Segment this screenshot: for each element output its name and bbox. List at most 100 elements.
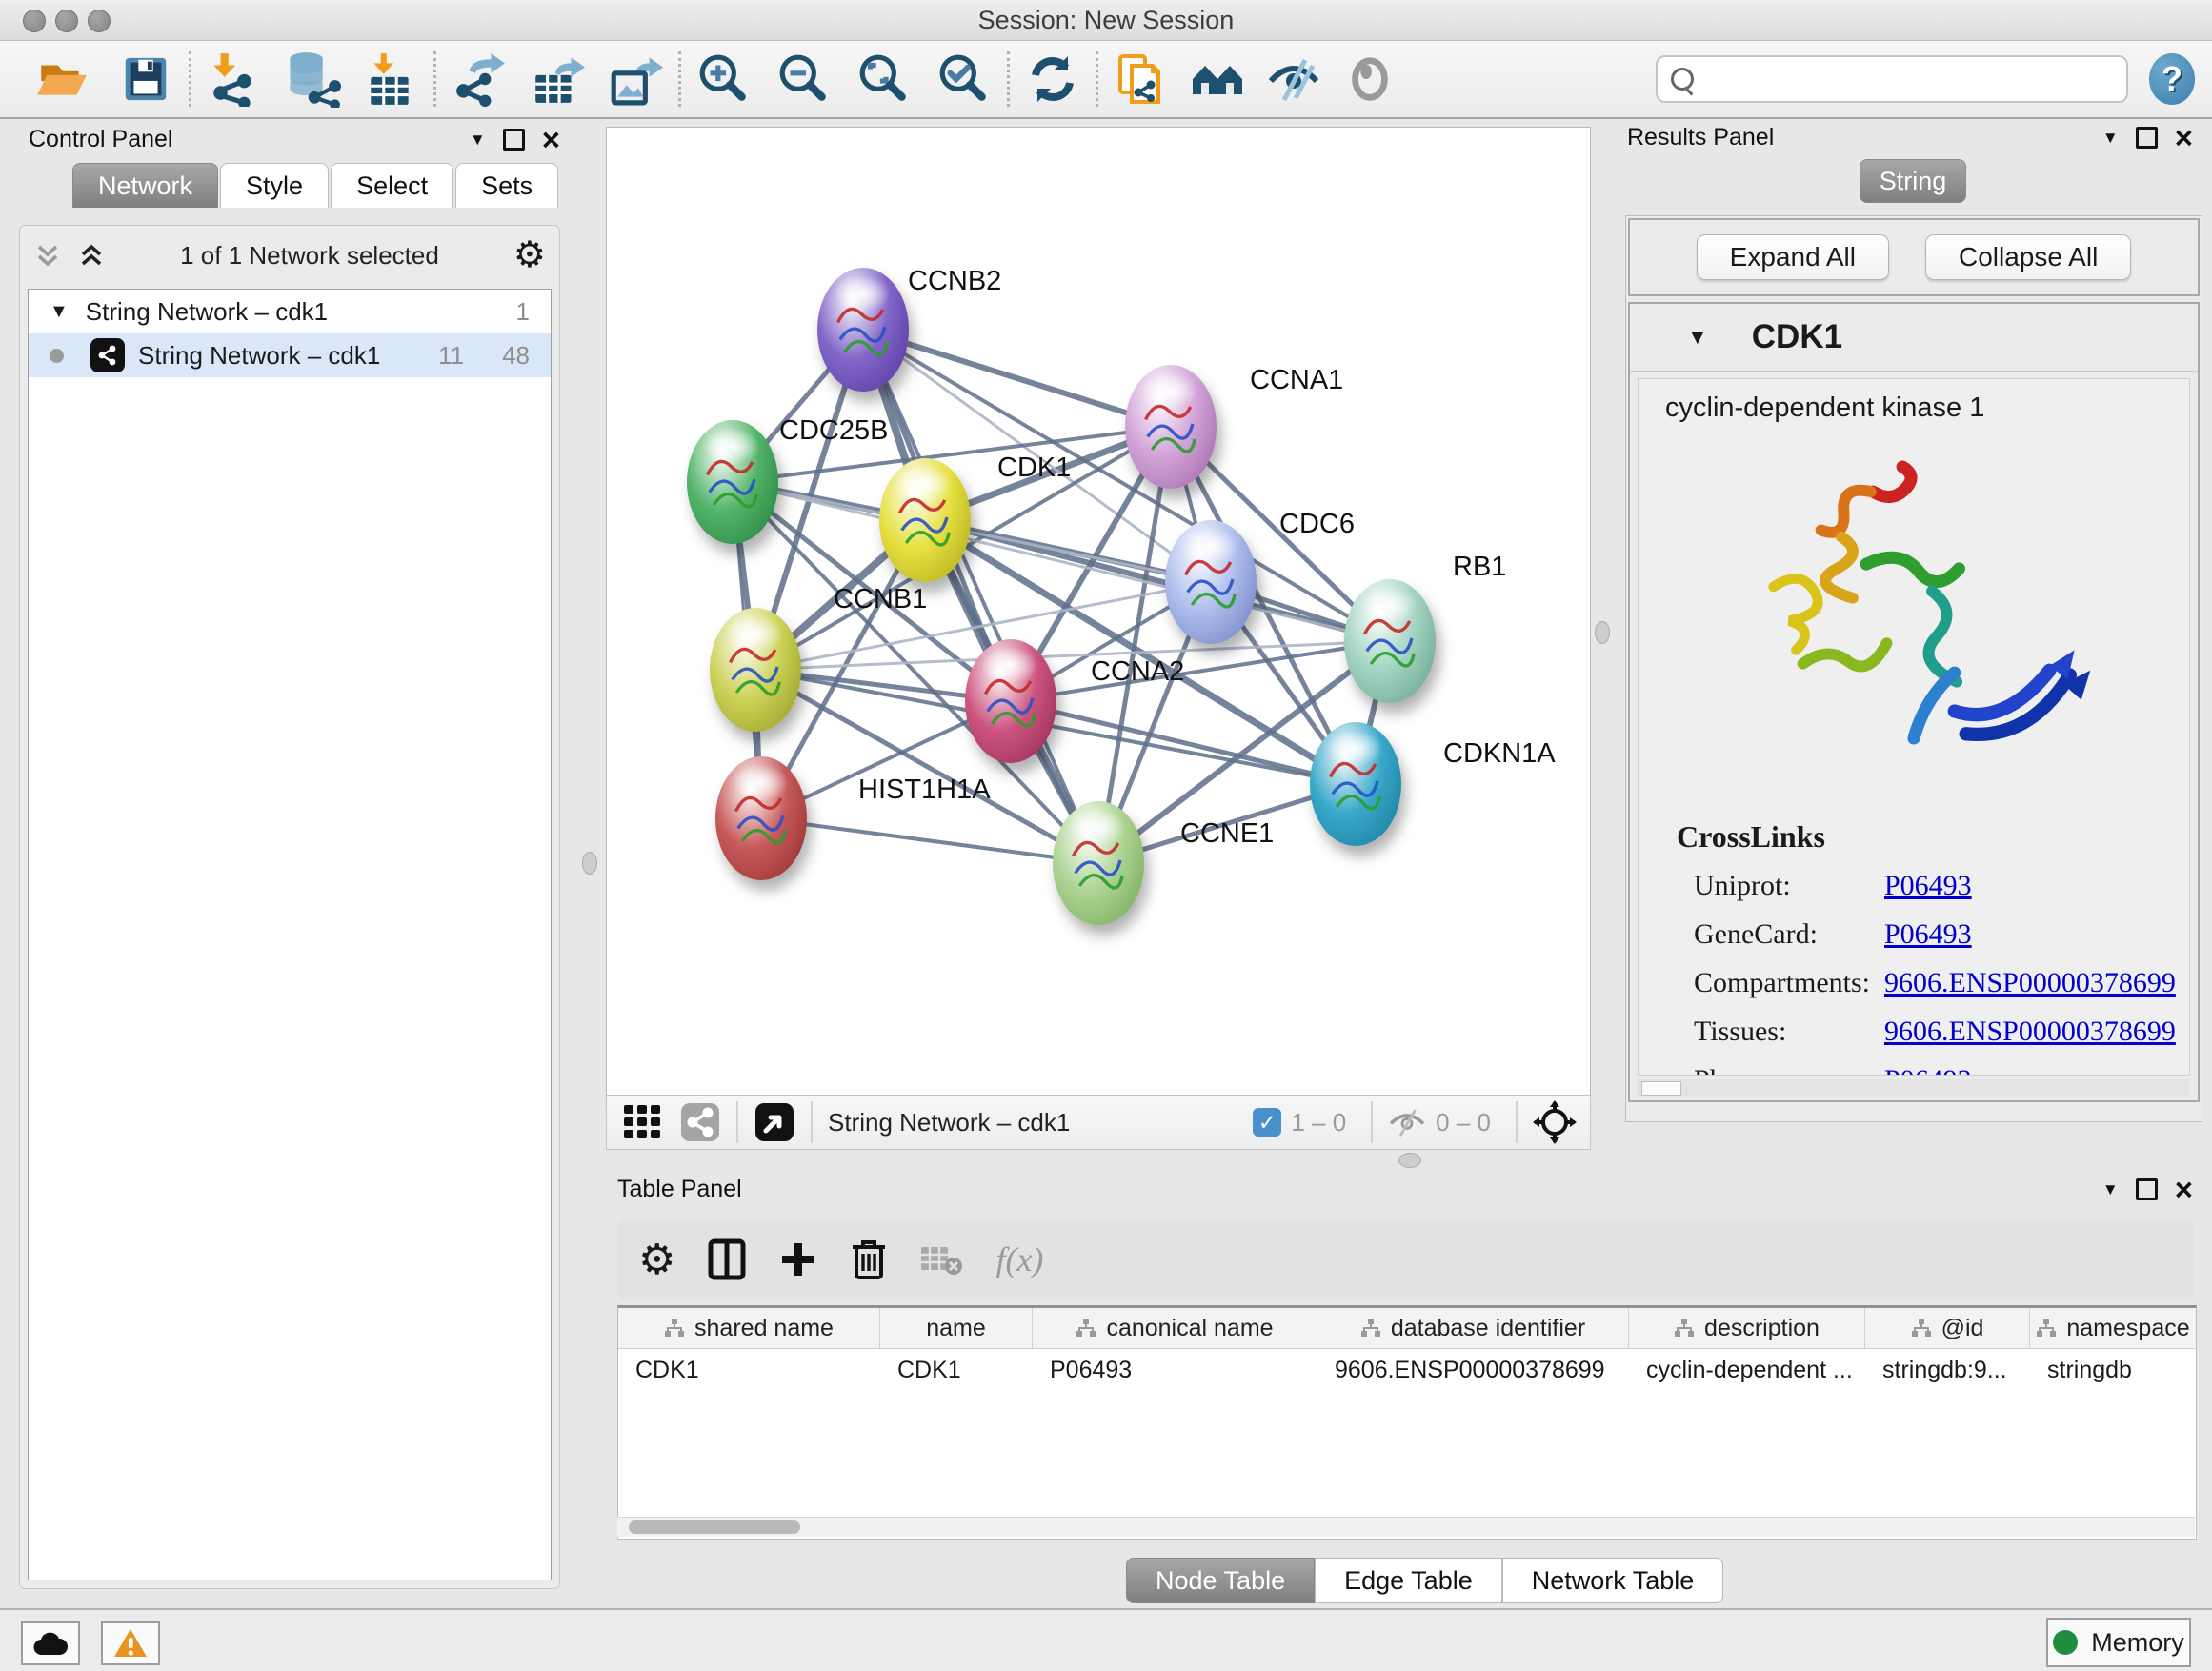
table-horizontal-scrollbar[interactable] [617, 1517, 2195, 1537]
hide-selection-icon[interactable] [1264, 50, 1323, 109]
results-horizontal-scrollbar[interactable] [1638, 1079, 2190, 1097]
cloud-button[interactable] [21, 1621, 80, 1665]
network-options-gear-icon[interactable]: ⚙ [513, 241, 546, 270]
tab-style[interactable]: Style [220, 163, 329, 208]
network-node-ccne1[interactable] [1053, 801, 1144, 925]
bottom-split-handle[interactable] [1398, 1153, 1421, 1168]
tab-select[interactable]: Select [331, 163, 453, 208]
zoom-out-icon[interactable] [774, 50, 834, 109]
network-row[interactable]: String Network – cdk1 11 48 [29, 333, 551, 377]
new-network-from-selection-icon[interactable] [1112, 50, 1171, 109]
cell-canonical-name[interactable]: P06493 [1033, 1349, 1317, 1391]
expand-all-icon[interactable] [77, 241, 106, 270]
save-session-icon[interactable] [116, 50, 175, 109]
panel-menu-icon[interactable]: ▼ [2102, 129, 2119, 148]
tab-edge-table[interactable]: Edge Table [1315, 1558, 1502, 1603]
import-network-from-file-icon[interactable] [205, 50, 264, 109]
selected-nodes-checkbox-icon[interactable]: ✓ [1253, 1108, 1281, 1137]
protein-card-header[interactable]: ▼ CDK1 [1630, 304, 2198, 372]
tab-sets[interactable]: Sets [455, 163, 558, 208]
scrollbar-thumb[interactable] [629, 1520, 800, 1534]
crosslink-compartments-link[interactable]: 9606.ENSP00000378699 [1884, 967, 2176, 999]
refresh-view-icon[interactable] [1023, 50, 1082, 109]
right-split-handle[interactable] [1595, 621, 1610, 644]
table-options-gear-icon[interactable]: ⚙ [638, 1236, 675, 1284]
column-header[interactable]: canonical name [1033, 1308, 1317, 1348]
network-node-ccna2[interactable] [965, 639, 1056, 763]
network-node-cdc6[interactable] [1165, 520, 1257, 644]
export-image-icon[interactable] [606, 50, 665, 109]
network-collection-row[interactable]: ▼ String Network – cdk1 1 [29, 290, 551, 333]
scrollbar-thumb[interactable] [1641, 1081, 1681, 1096]
column-header[interactable]: namespace [2030, 1308, 2196, 1348]
collapse-card-icon[interactable]: ▼ [1687, 325, 1708, 350]
network-edge[interactable] [863, 330, 1171, 427]
panel-menu-icon[interactable]: ▼ [2102, 1180, 2119, 1199]
tab-string[interactable]: String [1860, 159, 1966, 203]
network-edge[interactable] [733, 482, 1211, 582]
close-panel-icon[interactable]: × [2175, 129, 2193, 148]
cell-shared-name[interactable]: CDK1 [618, 1349, 880, 1391]
tab-node-table[interactable]: Node Table [1126, 1558, 1315, 1603]
help-icon[interactable]: ? [2149, 53, 2195, 105]
memory-button[interactable]: Memory [2046, 1618, 2191, 1667]
collapse-all-icon[interactable] [33, 241, 62, 270]
network-node-cdkn1a[interactable] [1310, 722, 1401, 846]
crosslink-pharos-link[interactable]: P06493 [1884, 1064, 1972, 1076]
network-share-view-icon[interactable] [679, 1101, 721, 1143]
cell-namespace[interactable]: stringdb [2030, 1349, 2196, 1391]
tab-network[interactable]: Network [72, 163, 218, 208]
crosslink-tissues-link[interactable]: 9606.ENSP00000378699 [1884, 1016, 2176, 1048]
first-neighbors-icon[interactable] [1188, 50, 1247, 109]
cell-name[interactable]: CDK1 [880, 1349, 1033, 1391]
show-all-icon[interactable] [1340, 50, 1399, 109]
close-panel-icon[interactable]: × [2175, 1180, 2193, 1199]
column-header[interactable]: @id [1865, 1308, 2030, 1348]
open-session-icon[interactable] [32, 50, 91, 109]
tree-expand-icon[interactable]: ▼ [50, 301, 69, 323]
column-header[interactable]: name [880, 1308, 1033, 1348]
collapse-all-button[interactable]: Collapse All [1925, 234, 2131, 280]
warnings-button[interactable] [101, 1621, 160, 1665]
show-columns-icon[interactable] [708, 1238, 746, 1280]
network-node-cdc25b[interactable] [687, 420, 778, 544]
network-node-cdk1[interactable] [879, 458, 971, 582]
fit-selection-crosshair-icon[interactable] [1533, 1100, 1577, 1144]
network-edge[interactable] [761, 818, 1098, 863]
panel-menu-icon[interactable]: ▼ [470, 131, 486, 150]
birdseye-view-icon[interactable] [754, 1101, 795, 1143]
search-input[interactable] [1656, 55, 2128, 103]
network-node-ccna1[interactable] [1125, 365, 1217, 489]
network-node-ccnb2[interactable] [817, 268, 909, 392]
delete-column-trash-icon[interactable] [851, 1238, 887, 1281]
zoom-in-icon[interactable] [694, 50, 754, 109]
network-canvas[interactable]: CCNB2CCNA1CDC25BCDK1CDC6RB1CCNB1CCNA2CDK… [606, 127, 1591, 1097]
close-panel-icon[interactable]: × [542, 131, 560, 150]
float-panel-icon[interactable] [2136, 1178, 2158, 1200]
column-header[interactable]: description [1629, 1308, 1865, 1348]
node-table[interactable]: shared name name canonical name database… [617, 1305, 2197, 1540]
column-header[interactable]: shared name [618, 1308, 880, 1348]
cell-description[interactable]: cyclin-dependent ... [1629, 1349, 1865, 1391]
network-node-rb1[interactable] [1344, 579, 1436, 703]
export-network-icon[interactable] [450, 50, 509, 109]
network-node-hist1h1a[interactable] [715, 756, 807, 880]
import-network-from-database-icon[interactable] [283, 50, 342, 109]
float-panel-icon[interactable] [503, 129, 525, 151]
network-node-ccnb1[interactable] [710, 608, 801, 732]
add-column-icon[interactable] [778, 1239, 818, 1279]
cell-id[interactable]: stringdb:9... [1865, 1349, 2030, 1391]
crosslink-uniprot-link[interactable]: P06493 [1884, 870, 1972, 902]
tab-network-table[interactable]: Network Table [1502, 1558, 1724, 1603]
crosslink-genecard-link[interactable]: P06493 [1884, 918, 1972, 951]
table-row[interactable]: CDK1 CDK1 P06493 9606.ENSP00000378699 cy… [618, 1349, 2196, 1391]
left-split-handle[interactable] [582, 852, 597, 875]
zoom-selected-icon[interactable] [935, 50, 994, 109]
cell-database-identifier[interactable]: 9606.ENSP00000378699 [1317, 1349, 1629, 1391]
zoom-fit-content-icon[interactable] [855, 50, 914, 109]
expand-all-button[interactable]: Expand All [1697, 234, 1889, 280]
float-panel-icon[interactable] [2136, 127, 2158, 149]
grid-view-icon[interactable] [622, 1101, 664, 1143]
import-table-from-file-icon[interactable] [361, 50, 420, 109]
export-table-icon[interactable] [528, 50, 587, 109]
